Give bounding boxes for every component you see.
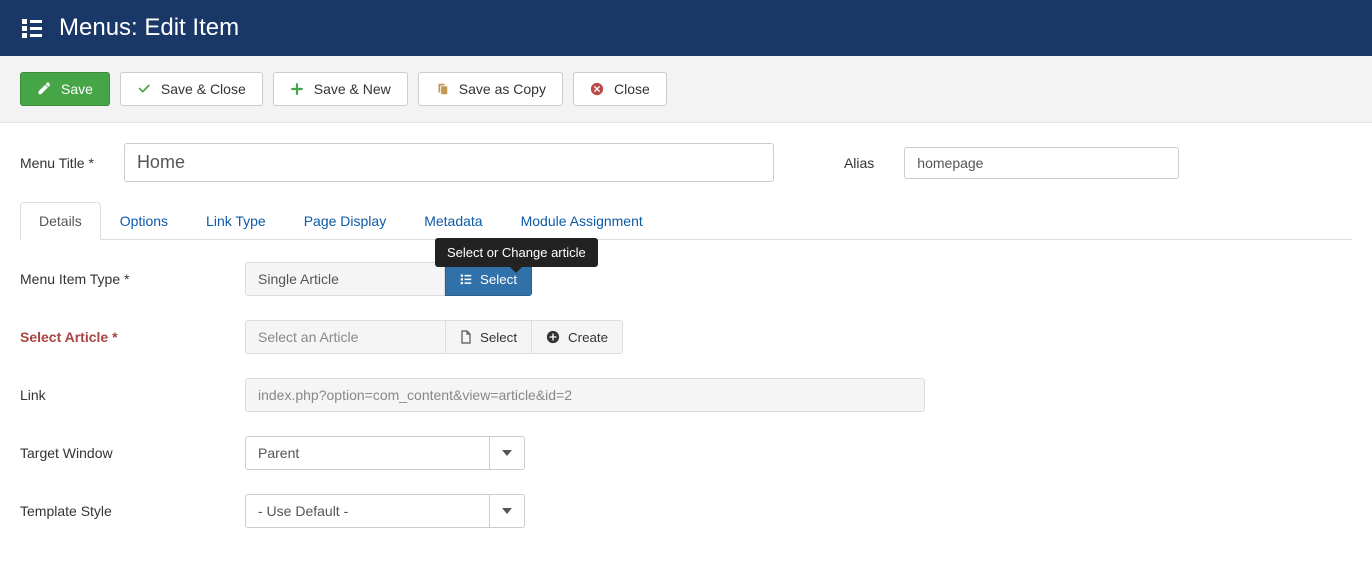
menu-title-input[interactable] bbox=[124, 143, 774, 182]
select-article-label: Select Article * bbox=[20, 329, 245, 345]
save-button[interactable]: Save bbox=[20, 72, 110, 106]
list-small-icon bbox=[460, 273, 472, 285]
link-label: Link bbox=[20, 387, 245, 403]
chevron-down-icon bbox=[502, 450, 512, 456]
tab-link-type[interactable]: Link Type bbox=[187, 202, 285, 239]
save-copy-label: Save as Copy bbox=[459, 81, 546, 97]
plus-icon bbox=[290, 82, 304, 96]
form-container: Menu Title * Alias Details Options Link … bbox=[0, 123, 1372, 572]
save-close-label: Save & Close bbox=[161, 81, 246, 97]
save-new-label: Save & New bbox=[314, 81, 391, 97]
menu-item-type-label: Menu Item Type * bbox=[20, 271, 245, 287]
select-label: Select bbox=[480, 272, 517, 287]
check-icon bbox=[137, 82, 151, 96]
copy-icon bbox=[435, 82, 449, 96]
tab-details[interactable]: Details bbox=[20, 202, 101, 240]
target-window-caret[interactable] bbox=[490, 436, 525, 470]
tab-bar: Details Options Link Type Page Display M… bbox=[20, 202, 1352, 240]
page-header: Menus: Edit Item bbox=[0, 0, 1372, 56]
template-style-select[interactable]: - Use Default - bbox=[245, 494, 490, 528]
link-row: Link index.php?option=com_content&view=a… bbox=[20, 378, 1352, 412]
target-window-select[interactable]: Parent bbox=[245, 436, 490, 470]
target-window-row: Target Window Parent bbox=[20, 436, 1352, 470]
select-article-row: Select Article * Select an Article Selec… bbox=[20, 320, 1352, 354]
tab-options[interactable]: Options bbox=[101, 202, 187, 239]
tab-metadata[interactable]: Metadata bbox=[405, 202, 501, 239]
save-new-button[interactable]: Save & New bbox=[273, 72, 408, 106]
menu-item-type-value: Single Article bbox=[245, 262, 445, 296]
chevron-down-icon bbox=[502, 508, 512, 514]
create-article-button[interactable]: Create bbox=[532, 320, 623, 354]
page-title: Menus: Edit Item bbox=[59, 14, 239, 42]
select-label: Select bbox=[480, 330, 517, 345]
create-label: Create bbox=[568, 330, 608, 345]
alias-input[interactable] bbox=[904, 147, 1179, 179]
cancel-icon bbox=[590, 82, 604, 96]
menu-item-type-row: Menu Item Type * Single Article Select S… bbox=[20, 262, 1352, 296]
link-value: index.php?option=com_content&view=articl… bbox=[245, 378, 925, 412]
title-row: Menu Title * Alias bbox=[20, 143, 1352, 182]
pencil-square-icon bbox=[37, 82, 51, 96]
template-style-row: Template Style - Use Default - bbox=[20, 494, 1352, 528]
toolbar: Save Save & Close Save & New Save as Cop… bbox=[0, 56, 1372, 123]
close-button[interactable]: Close bbox=[573, 72, 667, 106]
tab-module-assignment[interactable]: Module Assignment bbox=[502, 202, 662, 239]
menu-title-label: Menu Title * bbox=[20, 155, 94, 171]
select-article-input[interactable]: Select an Article bbox=[245, 320, 445, 354]
file-icon bbox=[460, 330, 472, 344]
save-copy-button[interactable]: Save as Copy bbox=[418, 72, 563, 106]
template-style-label: Template Style bbox=[20, 503, 245, 519]
save-label: Save bbox=[61, 81, 93, 97]
alias-label: Alias bbox=[844, 155, 874, 171]
list-icon bbox=[20, 16, 44, 40]
tooltip: Select or Change article bbox=[435, 238, 598, 267]
target-window-label: Target Window bbox=[20, 445, 245, 461]
plus-circle-icon bbox=[546, 330, 560, 344]
save-close-button[interactable]: Save & Close bbox=[120, 72, 263, 106]
template-style-caret[interactable] bbox=[490, 494, 525, 528]
close-label: Close bbox=[614, 81, 650, 97]
select-article-button[interactable]: Select bbox=[445, 320, 532, 354]
tab-page-display[interactable]: Page Display bbox=[285, 202, 406, 239]
